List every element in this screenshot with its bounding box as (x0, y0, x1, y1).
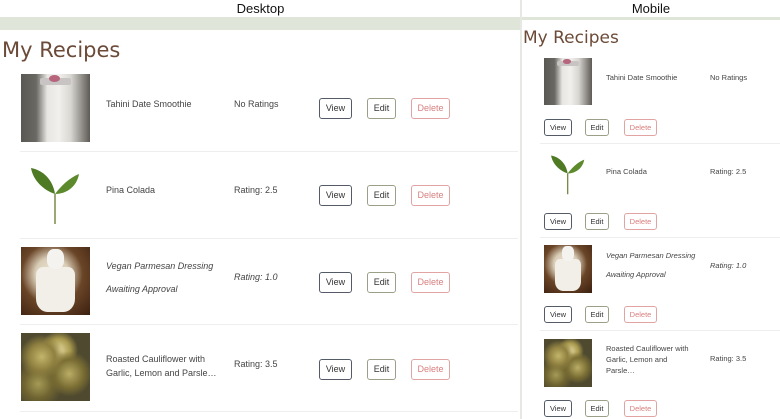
recipe-image[interactable] (21, 160, 90, 228)
edit-button[interactable]: Edit (367, 185, 396, 206)
recipe-status: Awaiting Approval (606, 270, 666, 279)
view-button[interactable]: View (319, 272, 352, 293)
recipe-rating: Rating: 2.5 (710, 167, 747, 176)
recipe-rating: No Ratings (234, 99, 279, 109)
row-divider (20, 411, 518, 412)
recipe-name: Pina Colada (606, 167, 647, 176)
recipe-name: Vegan Parmesan Dressing (106, 261, 214, 271)
desktop-navbar (0, 17, 521, 30)
recipe-image[interactable] (21, 333, 90, 401)
recipe-image[interactable] (544, 245, 592, 293)
recipe-image[interactable] (544, 58, 592, 105)
page-title: My Recipes (2, 38, 121, 62)
recipe-image[interactable] (21, 247, 90, 315)
delete-button[interactable]: Delete (411, 185, 450, 206)
mobile-label: Mobile (631, 1, 671, 16)
recipe-rating: Rating: 2.5 (234, 185, 278, 195)
row-divider (540, 237, 780, 238)
rose-garnish-shape (48, 75, 60, 83)
recipe-name: Roasted Cauliflower with Garlic, Lemon a… (606, 344, 689, 375)
edit-button[interactable]: Edit (585, 213, 609, 230)
recipe-rating: No Ratings (710, 73, 748, 82)
recipe-rating: Rating: 3.5 (710, 354, 747, 363)
row-divider (20, 238, 518, 239)
delete-button[interactable]: Delete (411, 98, 450, 119)
delete-button[interactable]: Delete (624, 213, 657, 230)
delete-button[interactable]: Delete (624, 306, 657, 323)
desktop-label: Desktop (236, 1, 285, 16)
recipe-name: Tahini Date Smoothie (606, 73, 678, 82)
view-button[interactable]: View (319, 98, 352, 119)
row-divider (20, 151, 518, 152)
view-button[interactable]: View (544, 213, 572, 230)
view-button[interactable]: View (544, 306, 572, 323)
view-button[interactable]: View (319, 185, 352, 206)
row-divider (540, 330, 780, 331)
delete-button[interactable]: Delete (411, 272, 450, 293)
view-button[interactable]: View (319, 359, 352, 380)
delete-button[interactable]: Delete (624, 119, 657, 136)
recipe-image[interactable] (544, 150, 592, 197)
recipe-name: Pina Colada (106, 185, 156, 195)
mobile-panel: Mobile My Recipes Tahini Date Smoothie N… (522, 0, 780, 419)
bowl-shape (36, 267, 75, 312)
edit-button[interactable]: Edit (585, 119, 609, 136)
recipe-rating: Rating: 1.0 (234, 272, 278, 282)
view-button[interactable]: View (544, 400, 572, 417)
desktop-panel: Desktop My Recipes Tahini Date Smoothie … (0, 0, 521, 419)
recipe-image[interactable] (544, 339, 592, 387)
recipe-status: Awaiting Approval (106, 284, 178, 294)
edit-button[interactable]: Edit (367, 272, 396, 293)
delete-button[interactable]: Delete (624, 400, 657, 417)
recipe-name: Vegan Parmesan Dressing (606, 251, 696, 260)
row-divider (20, 324, 518, 325)
recipe-name: Tahini Date Smoothie (106, 99, 192, 109)
edit-button[interactable]: Edit (367, 98, 396, 119)
recipe-name: Roasted Cauliflower with Garlic, Lemon a… (106, 354, 217, 378)
recipe-rating: Rating: 3.5 (234, 359, 278, 369)
row-divider (540, 143, 780, 144)
leaf-sprout-icon (31, 168, 79, 224)
spoon-shape (562, 246, 574, 261)
delete-button[interactable]: Delete (411, 359, 450, 380)
edit-button[interactable]: Edit (585, 400, 609, 417)
leaf-sprout-icon (551, 155, 585, 195)
recipe-image[interactable] (21, 74, 90, 142)
edit-button[interactable]: Edit (367, 359, 396, 380)
spoon-shape (47, 249, 64, 270)
mobile-navbar (522, 17, 780, 20)
rose-garnish-shape (563, 58, 571, 64)
view-button[interactable]: View (544, 119, 572, 136)
recipe-rating: Rating: 1.0 (710, 261, 747, 270)
page-title: My Recipes (523, 28, 619, 48)
bowl-shape (554, 259, 582, 291)
edit-button[interactable]: Edit (585, 306, 609, 323)
